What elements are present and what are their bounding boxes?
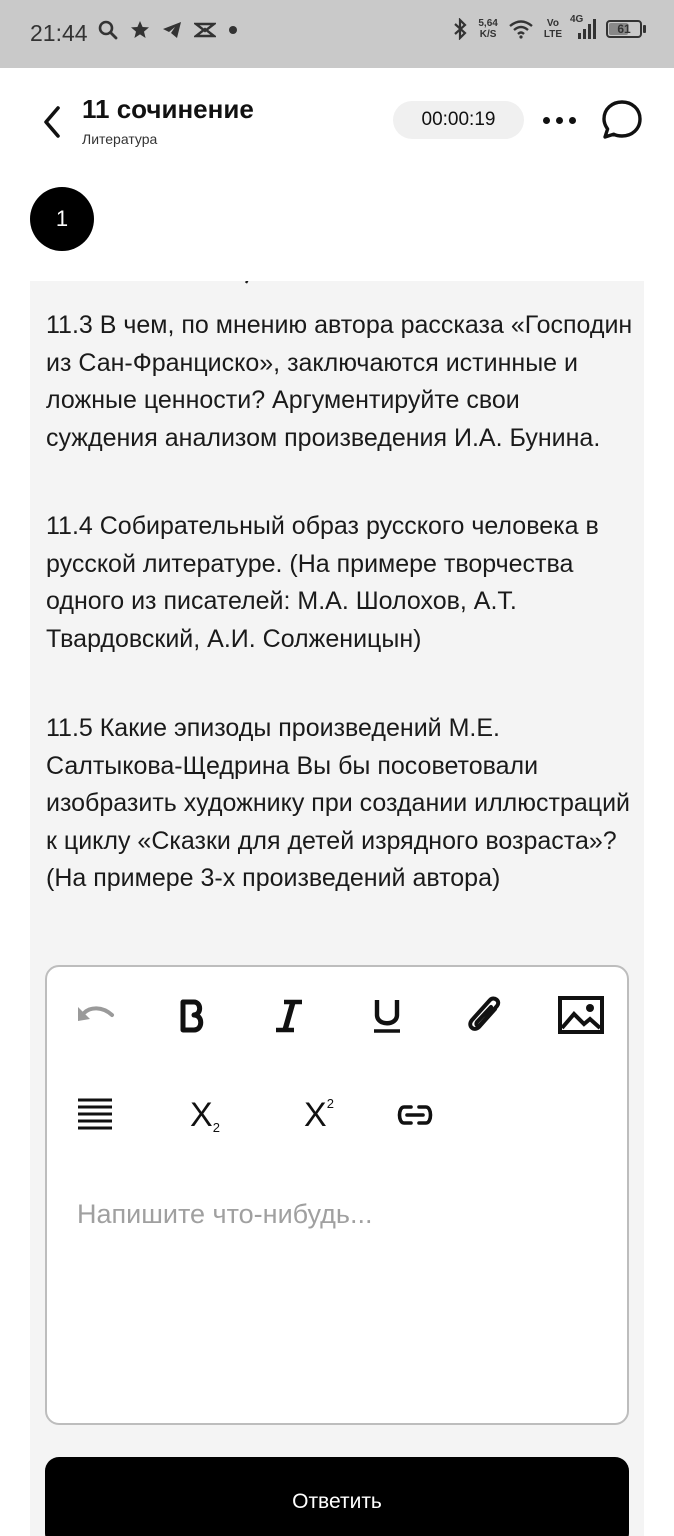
chat-button[interactable]: [600, 98, 644, 142]
more-button[interactable]: [543, 108, 581, 132]
question-previous-fragment: [46, 281, 636, 292]
more-dot-icon: [556, 116, 563, 124]
bold-icon: [180, 999, 204, 1033]
notification-dot-icon: [228, 25, 238, 35]
volte-bottom: LTE: [543, 29, 562, 40]
battery-body: 61: [606, 20, 642, 38]
bold-button[interactable]: [171, 993, 215, 1039]
align-justify-icon: [78, 1098, 112, 1130]
search-icon: [98, 20, 118, 40]
battery-tip: [643, 25, 646, 33]
question-11-3: 11.3 В чем, по мнению автора рассказа «Г…: [46, 311, 633, 452]
header: 11 сочинение Литература 00:00:19: [0, 68, 674, 178]
wifi-icon: [508, 19, 534, 39]
status-time: 21:44: [30, 20, 88, 46]
subscript-mark: 2: [212, 1119, 220, 1135]
net-speed-value: 5,64: [478, 18, 498, 29]
bluetooth-icon: [452, 18, 468, 40]
submit-button[interactable]: Ответить: [45, 1457, 629, 1536]
more-dot-icon: [569, 116, 576, 124]
chevron-left-icon: [44, 106, 60, 138]
italic-button[interactable]: [267, 993, 311, 1039]
link-icon: [397, 1105, 433, 1125]
back-button[interactable]: [38, 104, 68, 140]
question-11-5: 11.5 Какие эпизоды произведений М.Е. Сал…: [46, 714, 631, 892]
volte-indicator: Vo LTE: [544, 18, 562, 40]
answer-placeholder: Напишите что-нибудь...: [77, 1199, 373, 1229]
status-icons-left: [98, 20, 238, 40]
link-button[interactable]: [393, 1095, 437, 1135]
attach-button[interactable]: [461, 991, 509, 1039]
undo-icon: [78, 1006, 114, 1021]
cut-text-decoration: [46, 281, 266, 292]
subscript-label: X: [190, 1095, 213, 1134]
status-bar: 21:44 5,64 K/S Vo LTE 4G 61: [0, 0, 674, 68]
question-11-4: 11.4 Собирательный образ русского челове…: [46, 512, 599, 653]
page-title: 11 сочинение: [82, 94, 254, 124]
signal-icon: 4G: [570, 14, 596, 40]
superscript-icon: X2: [304, 1096, 334, 1135]
telegram-icon: [162, 20, 182, 40]
star-icon: [130, 20, 150, 40]
step-badge[interactable]: 1: [30, 187, 94, 251]
image-icon: [558, 996, 604, 1034]
superscript-mark: 2: [326, 1095, 334, 1111]
chat-bubble-icon: [602, 100, 642, 139]
net-speed-unit: K/S: [479, 29, 497, 40]
question-panel: 11.3 В чем, по мнению автора рассказа «Г…: [30, 281, 644, 1536]
underline-button[interactable]: [365, 993, 409, 1039]
underline-icon: [374, 1000, 400, 1033]
volte-top: Vo: [546, 18, 559, 29]
mail-icon: [194, 20, 216, 40]
italic-icon: [276, 999, 302, 1033]
battery-icon: 61: [606, 20, 646, 38]
page-subtitle: Литература: [82, 131, 158, 147]
image-button[interactable]: [555, 991, 607, 1039]
align-justify-button[interactable]: [75, 1095, 115, 1135]
timer-badge: 00:00:19: [393, 101, 524, 139]
title-block: 11 сочинение Литература: [82, 94, 254, 147]
signal-label: 4G: [570, 14, 584, 25]
superscript-button[interactable]: X2: [295, 1093, 343, 1137]
status-icons-right: 5,64 K/S Vo LTE 4G 61: [452, 14, 646, 40]
superscript-label: X: [304, 1095, 327, 1134]
more-dot-icon: [543, 116, 550, 124]
net-speed: 5,64 K/S: [478, 18, 497, 40]
paperclip-icon: [468, 996, 501, 1031]
battery-level: 61: [617, 22, 631, 36]
subscript-icon: X2: [190, 1096, 220, 1135]
subscript-button[interactable]: X2: [181, 1093, 229, 1137]
undo-button[interactable]: [75, 995, 117, 1037]
answer-editor[interactable]: X2 X2 Напишите что-нибудь...: [45, 965, 629, 1425]
